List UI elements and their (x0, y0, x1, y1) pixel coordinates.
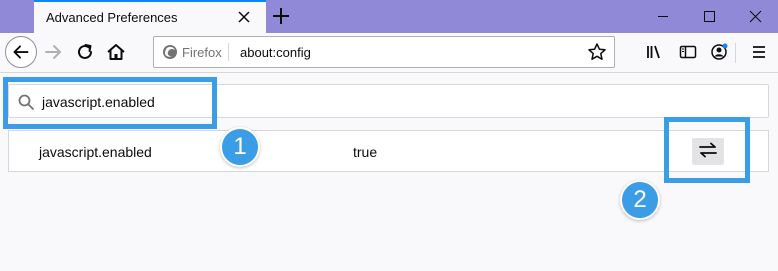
sidebar-icon[interactable] (674, 38, 702, 66)
home-icon[interactable] (101, 37, 131, 67)
window-close-icon[interactable] (732, 0, 778, 33)
tab-title: Advanced Preferences (46, 10, 178, 25)
minimize-icon[interactable] (640, 0, 686, 33)
back-arrow-icon[interactable] (5, 36, 37, 68)
forward-arrow-icon[interactable] (38, 37, 68, 67)
close-icon[interactable] (232, 5, 256, 29)
url-text[interactable]: about:config (240, 45, 311, 60)
preference-value: true (353, 144, 378, 160)
hamburger-menu-icon[interactable] (745, 38, 773, 66)
tab-advanced-preferences[interactable]: Advanced Preferences (34, 0, 266, 33)
preference-name: javascript.enabled (39, 144, 152, 160)
tab-strip: Advanced Preferences (0, 0, 778, 33)
bookmark-star-icon[interactable] (586, 41, 608, 63)
new-tab-plus-icon[interactable] (266, 1, 296, 31)
account-icon[interactable] (705, 38, 733, 66)
firefox-logo-icon (163, 45, 177, 59)
toolbar-separator (735, 43, 736, 63)
preference-row: javascript.enabled true (8, 130, 769, 172)
maximize-icon[interactable] (686, 0, 732, 33)
library-icon[interactable] (641, 38, 669, 66)
url-divider (228, 43, 229, 61)
step-1-badge: 1 (220, 127, 260, 167)
step-2-badge: 2 (620, 180, 660, 220)
reload-icon[interactable] (70, 37, 100, 67)
nav-toolbar: Firefox about:config (0, 33, 778, 73)
url-bar[interactable]: Firefox about:config (153, 36, 615, 68)
highlight-toggle-button (664, 117, 750, 183)
identity-label: Firefox (182, 45, 222, 60)
highlight-search-box (3, 77, 217, 129)
